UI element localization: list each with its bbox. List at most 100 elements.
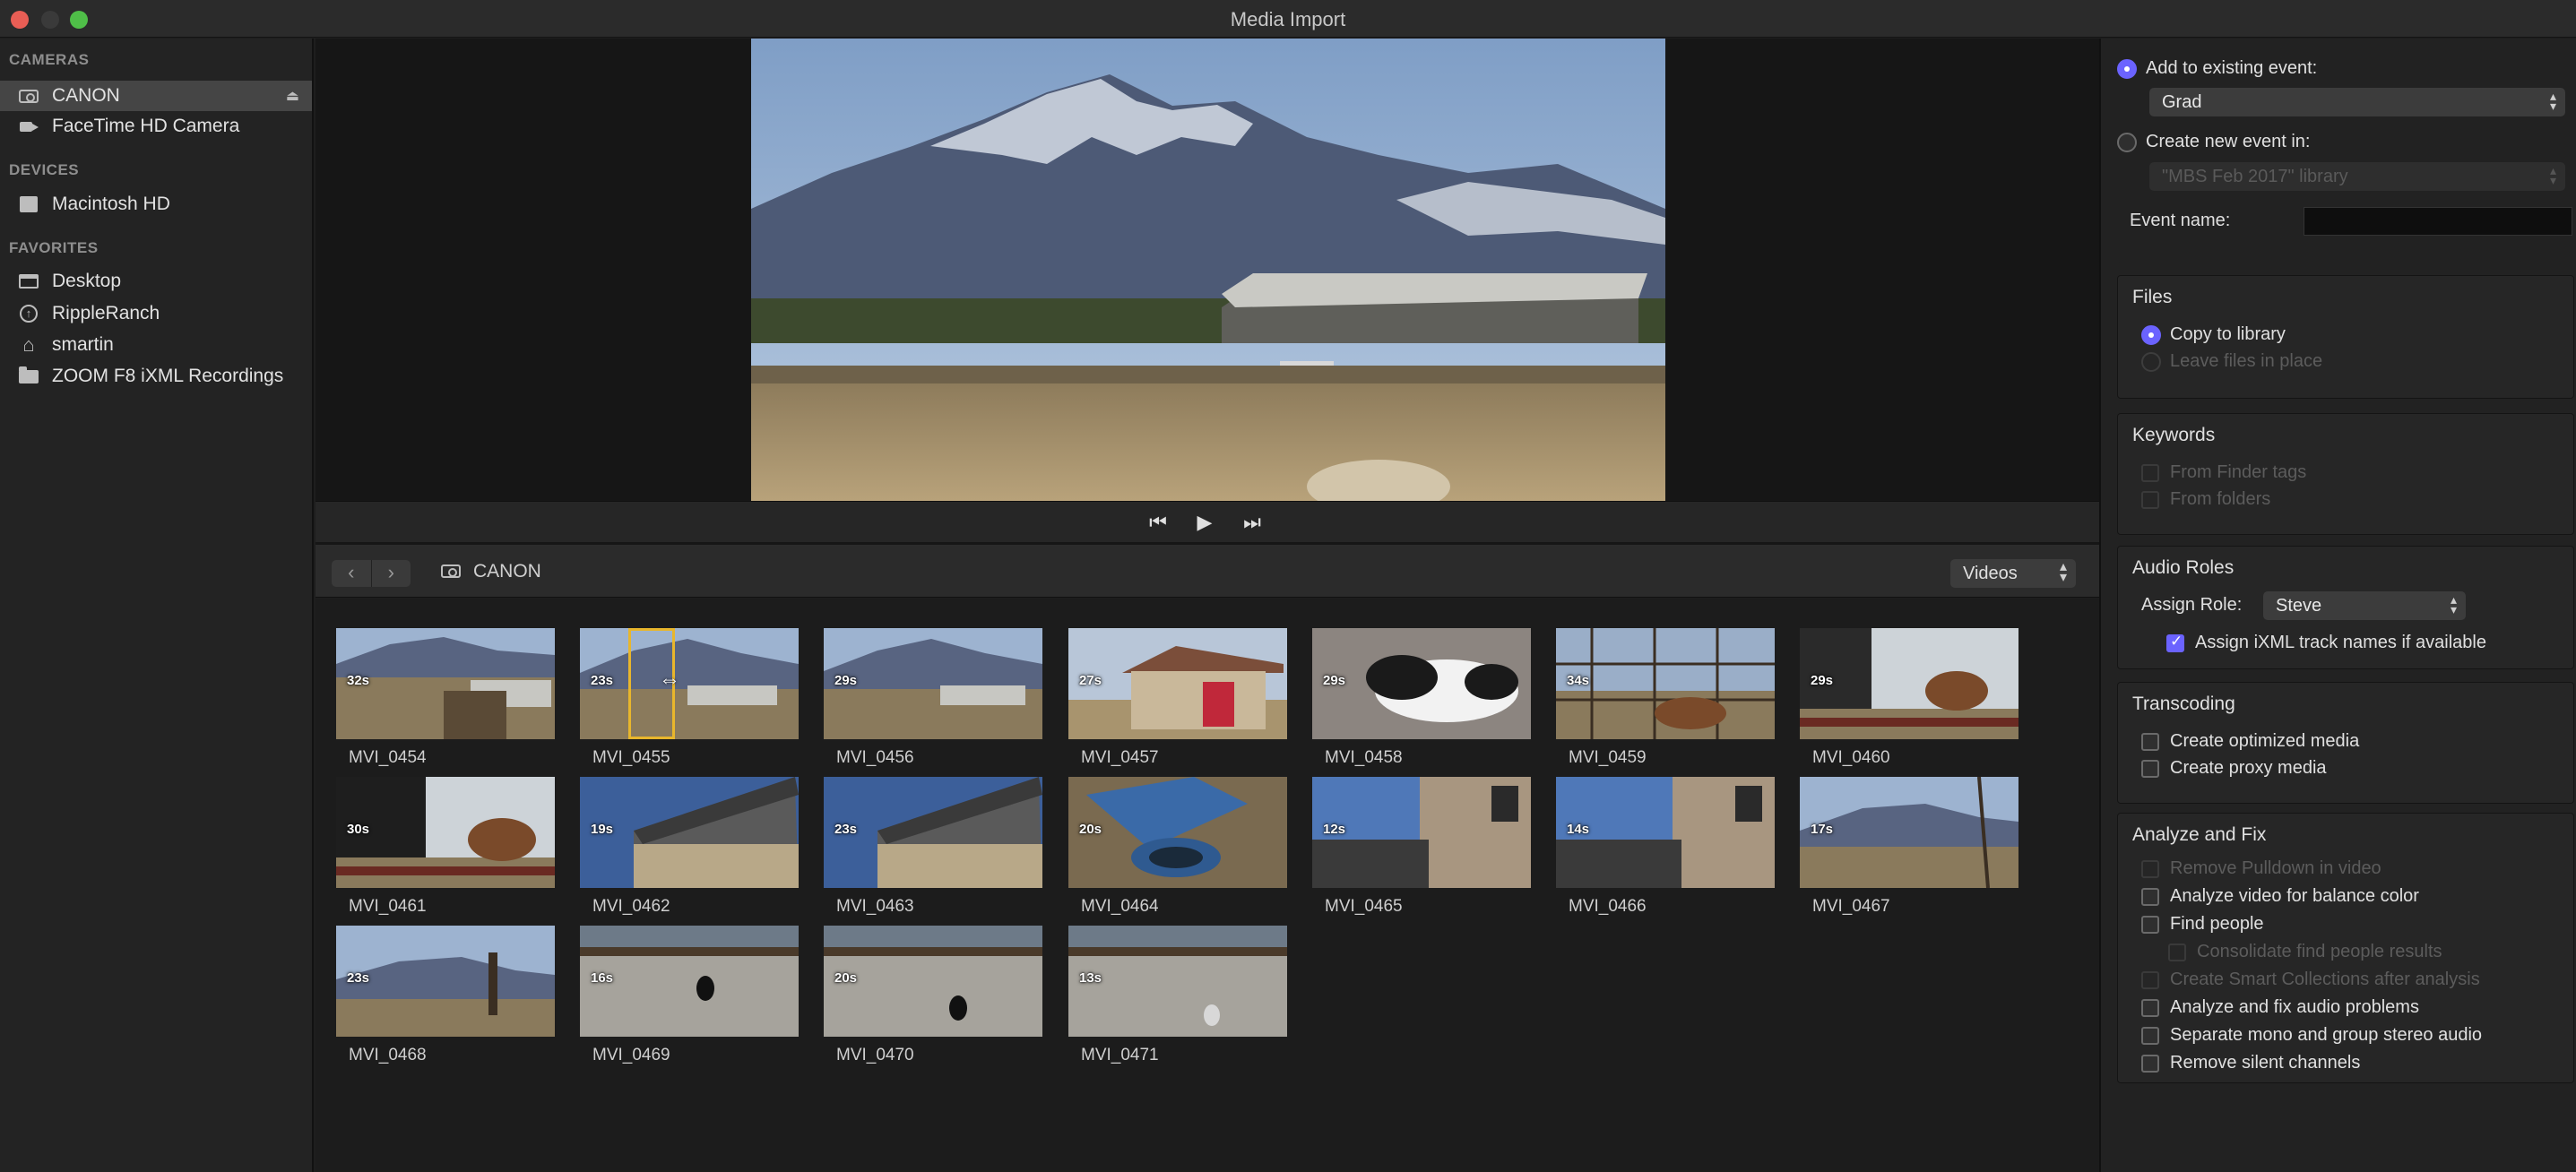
remove-pulldown-checkbox[interactable]: Remove Pulldown in video <box>2141 858 2382 879</box>
from-finder-tags-checkbox[interactable]: From Finder tags <box>2141 462 2306 483</box>
clip-duration: 19s <box>591 822 614 837</box>
clip-item[interactable]: 14s MVI_0466 <box>1556 777 1775 931</box>
clip-duration: 23s <box>347 970 370 986</box>
panel-title: Files <box>2132 287 2173 307</box>
clip-name: MVI_0457 <box>1081 748 1159 767</box>
copy-to-library-option[interactable]: Copy to library <box>2141 324 2286 345</box>
assign-ixml-checkbox[interactable]: Assign iXML track names if available <box>2166 633 2486 653</box>
checkbox-icon <box>2141 915 2159 934</box>
checkbox-icon <box>2141 1054 2159 1073</box>
analyze-fix-panel: Analyze and Fix Remove Pulldown in video… <box>2117 813 2574 1083</box>
add-existing-event-option[interactable]: Add to existing event: <box>2117 58 2317 79</box>
option-label: Separate mono and group stereo audio <box>2170 1025 2483 1045</box>
sidebar-item-label: Desktop <box>52 271 122 291</box>
create-optimized-checkbox[interactable]: Create optimized media <box>2141 731 2359 752</box>
window-title: Media Import <box>1230 8 1346 30</box>
clip-name: MVI_0461 <box>349 897 427 916</box>
camera-icon <box>18 87 39 105</box>
clip-item[interactable]: 20s MVI_0464 <box>1068 777 1287 931</box>
clip-name: MVI_0468 <box>349 1046 427 1064</box>
existing-event-dropdown[interactable]: Grad ▴ ▾ <box>2149 88 2565 116</box>
clip-duration: 29s <box>834 673 858 688</box>
clip-item[interactable]: 16s MVI_0469 <box>580 926 799 1080</box>
radio-unselected-icon <box>2117 132 2137 152</box>
navigation-buttons: ‹ › <box>332 560 411 587</box>
clip-duration: 29s <box>1323 673 1346 688</box>
files-panel: Files Copy to library Leave files in pla… <box>2117 275 2574 399</box>
clip-name: MVI_0471 <box>1081 1046 1159 1064</box>
browser-header: ‹ › CANON Videos ▴ ▾ <box>316 542 2099 598</box>
forward-button[interactable]: › <box>371 560 411 587</box>
clip-name: MVI_0455 <box>592 748 670 767</box>
camera-icon <box>441 564 461 578</box>
consolidate-people-checkbox[interactable]: Consolidate find people results <box>2168 942 2442 962</box>
sidebar-item-facetime-camera[interactable]: FaceTime HD Camera <box>0 111 312 142</box>
smart-collections-checkbox[interactable]: Create Smart Collections after analysis <box>2141 969 2480 990</box>
sidebar-item-macintosh-hd[interactable]: Macintosh HD <box>0 189 312 220</box>
event-name-input[interactable] <box>2304 207 2572 236</box>
sidebar-item-canon[interactable]: CANON ⏏ <box>0 81 312 111</box>
previous-clip-button[interactable]: ⏮ <box>1145 509 1171 536</box>
clip-duration: 27s <box>1079 673 1102 688</box>
assign-role-label: Assign Role: <box>2141 595 2243 615</box>
from-folders-checkbox[interactable]: From folders <box>2141 489 2270 510</box>
resize-cursor-icon: ⇔ <box>659 668 680 692</box>
clip-duration: 32s <box>347 673 370 688</box>
clip-item[interactable]: 29s MVI_0458 <box>1312 628 1531 782</box>
clip-item[interactable]: 20s MVI_0470 <box>824 926 1042 1080</box>
back-button[interactable]: ‹ <box>332 560 371 587</box>
sidebar-item-desktop[interactable]: Desktop <box>0 266 312 297</box>
clip-name: MVI_0454 <box>349 748 427 767</box>
clip-item[interactable]: ⇔ 23s MVI_0455 <box>580 628 799 782</box>
radio-selected-icon <box>2141 324 2161 345</box>
clip-name: MVI_0466 <box>1569 897 1647 916</box>
leave-in-place-option[interactable]: Leave files in place <box>2141 351 2322 372</box>
clip-item[interactable]: 17s MVI_0467 <box>1800 777 2018 931</box>
clip-name: MVI_0456 <box>836 748 914 767</box>
clip-item[interactable]: 27s MVI_0457 <box>1068 628 1287 782</box>
clip-item[interactable]: 23s MVI_0468 <box>336 926 555 1080</box>
clip-item[interactable]: 23s MVI_0463 <box>824 777 1042 931</box>
sidebar-item-label: RippleRanch <box>52 303 160 323</box>
clip-item[interactable]: 30s MVI_0461 <box>336 777 555 931</box>
sidebar-item-zoom-f8[interactable]: ZOOM F8 iXML Recordings <box>0 361 312 392</box>
clip-item[interactable]: 34s MVI_0459 <box>1556 628 1775 782</box>
sidebar-item-smartin[interactable]: ⌂ smartin <box>0 330 312 360</box>
clip-duration: 23s <box>834 822 858 837</box>
clip-item[interactable]: 13s MVI_0471 <box>1068 926 1287 1080</box>
option-label: Remove Pulldown in video <box>2170 858 2382 878</box>
section-cameras: CAMERAS <box>9 51 90 68</box>
clip-duration: 23s <box>591 673 614 688</box>
create-new-event-option[interactable]: Create new event in: <box>2117 132 2310 152</box>
transport-controls: ⏮ ▶ ⏭ <box>316 501 2099 542</box>
clip-item[interactable]: 29s MVI_0460 <box>1800 628 2018 782</box>
eject-icon[interactable]: ⏏ <box>286 87 299 105</box>
create-proxy-checkbox[interactable]: Create proxy media <box>2141 758 2327 779</box>
option-label: From folders <box>2170 489 2271 509</box>
assign-role-dropdown[interactable]: Steve ▴ ▾ <box>2263 591 2466 620</box>
play-button[interactable]: ▶ <box>1191 509 1218 536</box>
panel-title: Keywords <box>2132 425 2216 445</box>
clip-duration: 20s <box>1079 822 1102 837</box>
sidebar-item-rippleranch[interactable]: ↑ RippleRanch <box>0 298 312 329</box>
event-panel: Add to existing event: Grad ▴ ▾ Create ne… <box>2117 39 2574 263</box>
option-label: Find people <box>2170 914 2264 934</box>
clip-item[interactable]: 32s MVI_0454 <box>336 628 555 782</box>
media-filter-dropdown[interactable]: Videos ▴ ▾ <box>1950 559 2076 588</box>
chevron-updown-icon: ▴ ▾ <box>2549 89 2556 113</box>
library-dropdown[interactable]: "MBS Feb 2017" library ▴ ▾ <box>2149 162 2565 191</box>
clip-item[interactable]: 29s MVI_0456 <box>824 628 1042 782</box>
find-people-checkbox[interactable]: Find people <box>2141 914 2264 935</box>
analyze-balance-color-checkbox[interactable]: Analyze video for balance color <box>2141 886 2419 907</box>
next-clip-button[interactable]: ⏭ <box>1239 509 1266 536</box>
clip-item[interactable]: 12s MVI_0465 <box>1312 777 1531 931</box>
audio-roles-panel: Audio Roles Assign Role: Steve ▴▾ Assign… <box>2117 546 2574 669</box>
remove-silent-channels-checkbox[interactable]: Remove silent channels <box>2141 1053 2360 1073</box>
separate-mono-stereo-checkbox[interactable]: Separate mono and group stereo audio <box>2141 1025 2482 1046</box>
clip-grid: 32s MVI_0454 ⇔ 23s MVI_0455 29s MVI_0456… <box>316 599 2099 1172</box>
analyze-audio-checkbox[interactable]: Analyze and fix audio problems <box>2141 997 2419 1018</box>
panel-title: Transcoding <box>2132 694 2235 714</box>
home-icon: ⌂ <box>22 333 35 356</box>
clip-name: MVI_0462 <box>592 897 670 916</box>
clip-item[interactable]: 19s MVI_0462 <box>580 777 799 931</box>
